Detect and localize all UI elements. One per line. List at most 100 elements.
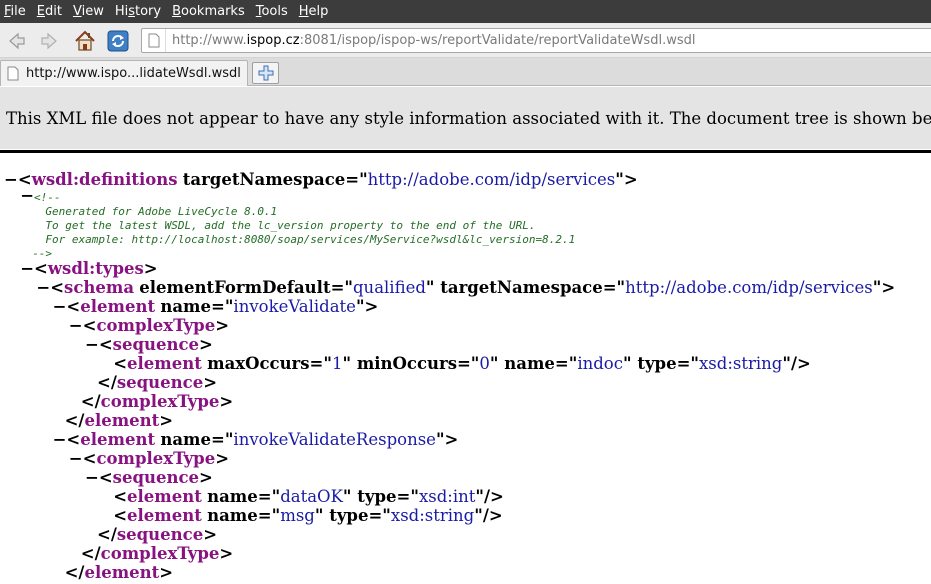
collapse-toggle[interactable]: −: [85, 468, 99, 487]
xml-punctuation: >: [159, 563, 174, 582]
menu-item-edit[interactable]: Edit: [33, 0, 66, 23]
xml-punctuation: ">: [615, 170, 638, 189]
xml-punctuation: "/>: [782, 354, 811, 373]
tab-bar: http://www.ispo...lidateWsdl.wsdl: [0, 58, 931, 86]
xml-tag-name: element: [84, 411, 160, 430]
url-host: ispop.cz: [246, 33, 300, 48]
xml-tag-name: sequence: [112, 335, 200, 354]
xml-punctuation: <: [66, 297, 81, 316]
back-button[interactable]: [2, 27, 30, 55]
xml-punctuation: =": [396, 487, 419, 506]
xml-tag-name: element: [127, 506, 202, 525]
xml-tag-name: element: [127, 487, 202, 506]
home-button[interactable]: [71, 27, 99, 55]
xml-punctuation: <: [113, 487, 128, 506]
collapse-toggle[interactable]: −: [4, 170, 18, 189]
tab-title: http://www.ispo...lidateWsdl.wsdl: [26, 66, 241, 81]
xml-punctuation: =": [257, 487, 281, 506]
xml-tag-name: sequence: [112, 468, 200, 487]
xml-tag-name: complexType: [96, 449, 216, 468]
menu-item-tools[interactable]: Tools: [252, 0, 292, 23]
xml-punctuation: >: [199, 335, 213, 354]
xml-punctuation: >: [199, 468, 213, 487]
forward-arrow-icon: [41, 32, 57, 50]
xml-line: <element name="dataOK" type="xsd:int"/>: [113, 487, 504, 506]
xml-punctuation: ": [342, 487, 358, 506]
xml-line: </complexType>: [81, 392, 233, 411]
xml-punctuation: =": [211, 430, 234, 449]
xml-attribute-name: type: [357, 487, 397, 506]
xml-punctuation: <: [82, 316, 97, 335]
home-icon: [75, 30, 95, 51]
menu-item-history[interactable]: History: [111, 0, 165, 23]
xml-line: -->: [32, 245, 52, 260]
reload-button[interactable]: [104, 27, 132, 55]
menu-item-file[interactable]: File: [0, 0, 30, 23]
xml-punctuation: =": [345, 170, 368, 189]
reload-icon: [107, 30, 129, 52]
xml-punctuation: <: [98, 335, 113, 354]
xml-comment: For example: http://localhost:8080/soap/…: [45, 233, 576, 246]
collapse-toggle[interactable]: −: [69, 316, 83, 335]
xml-punctuation: </: [80, 544, 101, 563]
navigation-toolbar: http://www.ispop.cz:8081/ispop/ispop-ws/…: [0, 23, 931, 58]
collapse-toggle[interactable]: −: [53, 430, 67, 449]
collapse-toggle[interactable]: −: [53, 297, 67, 316]
url-text[interactable]: http://www.ispop.cz:8081/ispop/ispop-ws/…: [166, 33, 695, 48]
xml-line: </sequence>: [97, 373, 217, 392]
xml-attribute-name: targetNamespace: [182, 170, 346, 189]
collapse-toggle[interactable]: −: [20, 259, 34, 278]
xml-tag-name: sequence: [116, 373, 204, 392]
xml-attribute-name: name: [160, 297, 211, 316]
back-arrow-icon: [9, 32, 25, 50]
xml-attribute-value: dataOK: [280, 487, 343, 506]
xml-punctuation: =": [368, 506, 391, 525]
collapse-toggle[interactable]: −: [85, 335, 99, 354]
xml-punctuation: =": [602, 278, 626, 297]
xml-punctuation: >: [215, 449, 230, 468]
xml-attribute-name: minOccurs: [356, 354, 457, 373]
collapse-toggle[interactable]: −: [36, 278, 50, 297]
xml-punctuation: =": [309, 354, 332, 373]
new-tab-button[interactable]: [252, 62, 279, 84]
xml-punctuation: ": [622, 354, 638, 373]
xml-attribute-name: maxOccurs: [207, 354, 310, 373]
xml-punctuation: =": [456, 354, 480, 373]
xml-line: </element>: [65, 411, 174, 430]
xml-punctuation: =": [676, 354, 699, 373]
page-icon: [7, 66, 21, 82]
xml-line: −<wsdl:types>: [20, 259, 157, 278]
xml-punctuation: "/>: [475, 487, 504, 506]
banner-text: This XML file does not appear to have an…: [6, 108, 931, 128]
xml-punctuation: </: [80, 392, 101, 411]
xml-attribute-name: name: [207, 506, 258, 525]
menu-item-help[interactable]: Help: [295, 0, 333, 23]
menu-item-view[interactable]: View: [69, 0, 108, 23]
menu-item-bookmarks[interactable]: Bookmarks: [168, 0, 249, 23]
browser-tab[interactable]: http://www.ispo...lidateWsdl.wsdl: [0, 60, 248, 86]
xml-punctuation: =": [257, 506, 281, 525]
xml-punctuation: ">: [435, 430, 459, 449]
url-prefix: http://www.: [172, 33, 247, 48]
xml-attribute-value: http://adobe.com/idp/services: [367, 170, 616, 189]
xml-punctuation: </: [97, 373, 117, 392]
collapse-toggle[interactable]: −: [20, 186, 34, 205]
xml-punctuation: =": [330, 278, 353, 297]
xml-line: −<sequence>: [85, 468, 213, 487]
xml-info-banner: This XML file does not appear to have an…: [0, 87, 931, 149]
xml-punctuation: ": [342, 354, 357, 373]
xml-attribute-value: invokeValidate: [233, 297, 356, 316]
xml-attribute-value: invokeValidateResponse: [233, 430, 436, 449]
xml-attribute-name: targetNamespace: [440, 278, 603, 297]
url-bar[interactable]: http://www.ispop.cz:8081/ispop/ispop-ws/…: [141, 28, 931, 53]
xml-attribute-name: name: [504, 354, 555, 373]
collapse-toggle[interactable]: −: [69, 449, 83, 468]
xml-tag-name: schema: [64, 278, 135, 297]
page-icon: [142, 29, 166, 52]
xml-attribute-value: msg: [280, 506, 315, 525]
xml-punctuation: </: [97, 525, 117, 544]
xml-line: </sequence>: [97, 525, 217, 544]
xml-line: </element>: [65, 563, 174, 582]
xml-punctuation: =": [554, 354, 578, 373]
forward-button[interactable]: [36, 27, 64, 55]
